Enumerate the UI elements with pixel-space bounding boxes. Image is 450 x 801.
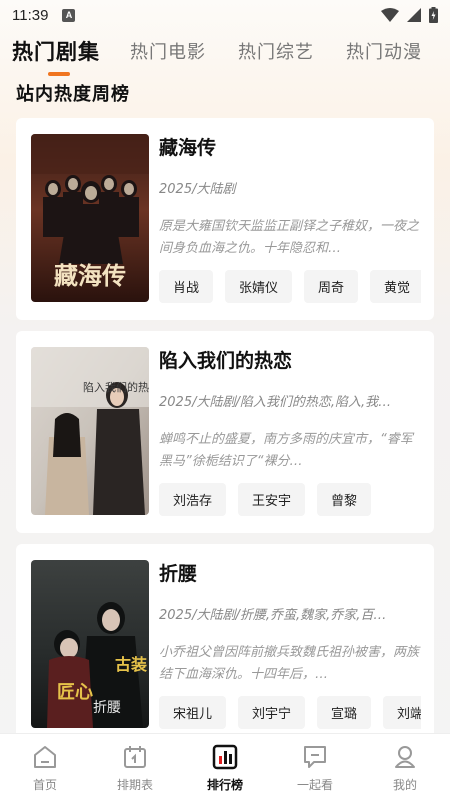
profile-icon xyxy=(395,746,415,768)
cast-tag[interactable]: 肖战 xyxy=(159,270,214,303)
drama-card[interactable]: 陷入我们的热恋 陷入我们的热恋 2025/大陆剧/陷入我们的热恋,陷入,我… 蝉… xyxy=(16,331,434,533)
drama-meta: 2025/大陆剧/陷入我们的热恋,陷入,我… xyxy=(159,395,392,410)
drama-title[interactable]: 藏海传 xyxy=(159,133,216,160)
nav-label: 排行榜 xyxy=(206,778,243,792)
cast-tag[interactable]: 刘浩存 xyxy=(159,483,227,516)
calendar-icon xyxy=(124,746,146,768)
poster-side-text: 古装 xyxy=(115,655,147,674)
poster-title: 藏海传 xyxy=(54,261,126,290)
drama-title[interactable]: 陷入我们的热恋 xyxy=(159,346,292,373)
category-tabs: 热门剧集 热门电影 热门综艺 热门动漫 xyxy=(0,34,450,78)
cast-tag[interactable]: 曾黎 xyxy=(317,483,372,516)
status-bar: 11:39 A xyxy=(0,0,450,30)
cast-tag[interactable]: 黄觉 xyxy=(370,270,421,303)
poster-side-text: 匠心 xyxy=(57,682,93,703)
tab-hot-anime[interactable]: 热门动漫 xyxy=(346,38,422,64)
nav-schedule[interactable]: 排期表 xyxy=(105,744,165,793)
bottom-navigation: 首页 排期表 排行榜 一起看 我的 xyxy=(0,733,450,801)
poster-image: 陷入我们的热恋 xyxy=(31,347,149,515)
nav-label: 一起看 xyxy=(296,778,333,792)
battery-icon xyxy=(429,7,438,23)
nav-label: 首页 xyxy=(32,778,57,792)
drama-title[interactable]: 折腰 xyxy=(159,559,197,586)
tab-hot-dramas[interactable]: 热门剧集 xyxy=(12,36,100,66)
drama-description: 原是大雍国钦天监监正副铎之子稚奴，一夜之间身负血海之仇。十年隐忍和… xyxy=(159,219,420,256)
nav-watch-together[interactable]: 一起看 xyxy=(285,744,345,793)
active-tab-indicator xyxy=(48,72,70,76)
cast-tag[interactable]: 宋祖儿 xyxy=(159,696,227,729)
cast-tag[interactable]: 张婧仪 xyxy=(225,270,293,303)
cast-tags: 刘浩存 王安宇 曾黎 xyxy=(159,483,421,517)
cast-tag[interactable]: 周奇 xyxy=(304,270,359,303)
poster-image: 匠心 古装 折腰 xyxy=(31,560,149,728)
poster-image: 藏海传 xyxy=(31,134,149,302)
status-icons xyxy=(381,7,438,23)
cast-tag[interactable]: 宣璐 xyxy=(317,696,372,729)
tab-hot-movies[interactable]: 热门电影 xyxy=(130,38,206,64)
drama-description: 蝉鸣不止的盛夏，南方多雨的庆宜市，“睿军黑马”徐栀结识了“裸分… xyxy=(159,432,413,469)
drama-description: 小乔祖父曾因阵前撤兵致魏氏祖孙被害，两族结下血海深仇。十四年后，… xyxy=(159,645,420,682)
cast-tag[interactable]: 王安宇 xyxy=(238,483,306,516)
drama-meta: 2025/大陆剧 xyxy=(159,182,236,197)
tab-hot-variety[interactable]: 热门综艺 xyxy=(238,38,314,64)
cast-tags: 肖战 张婧仪 周奇 黄觉 余 xyxy=(159,270,421,304)
nav-label: 排期表 xyxy=(116,778,153,792)
chart-icon xyxy=(212,744,238,770)
cast-tags: 宋祖儿 刘宇宁 宣璐 刘端端 xyxy=(159,696,421,730)
drama-card[interactable]: 匠心 古装 折腰 折腰 2025/大陆剧/折腰,乔蛮,魏家,乔家,百… 小乔祖父… xyxy=(16,544,434,746)
notification-icon: A xyxy=(62,8,76,22)
status-time: 11:39 xyxy=(12,6,49,24)
chat-icon xyxy=(304,746,326,768)
poster-title: 折腰 xyxy=(93,700,121,716)
nav-home[interactable]: 首页 xyxy=(15,744,75,793)
cast-tag[interactable]: 刘宇宁 xyxy=(238,696,306,729)
section-title: 站内热度周榜 xyxy=(16,84,130,105)
nav-ranking[interactable]: 排行榜 xyxy=(195,744,255,793)
signal-icon xyxy=(407,8,421,22)
nav-label: 我的 xyxy=(392,778,417,792)
nav-profile[interactable]: 我的 xyxy=(375,744,435,793)
drama-meta: 2025/大陆剧/折腰,乔蛮,魏家,乔家,百… xyxy=(159,608,387,623)
wifi-icon xyxy=(381,8,399,22)
drama-card[interactable]: 藏海传 藏海传 2025/大陆剧 原是大雍国钦天监监正副铎之子稚奴，一夜之间身负… xyxy=(16,118,434,320)
home-icon xyxy=(34,746,56,768)
cast-tag[interactable]: 刘端端 xyxy=(383,696,421,729)
poster-title: 陷入我们的热恋 xyxy=(83,380,149,394)
